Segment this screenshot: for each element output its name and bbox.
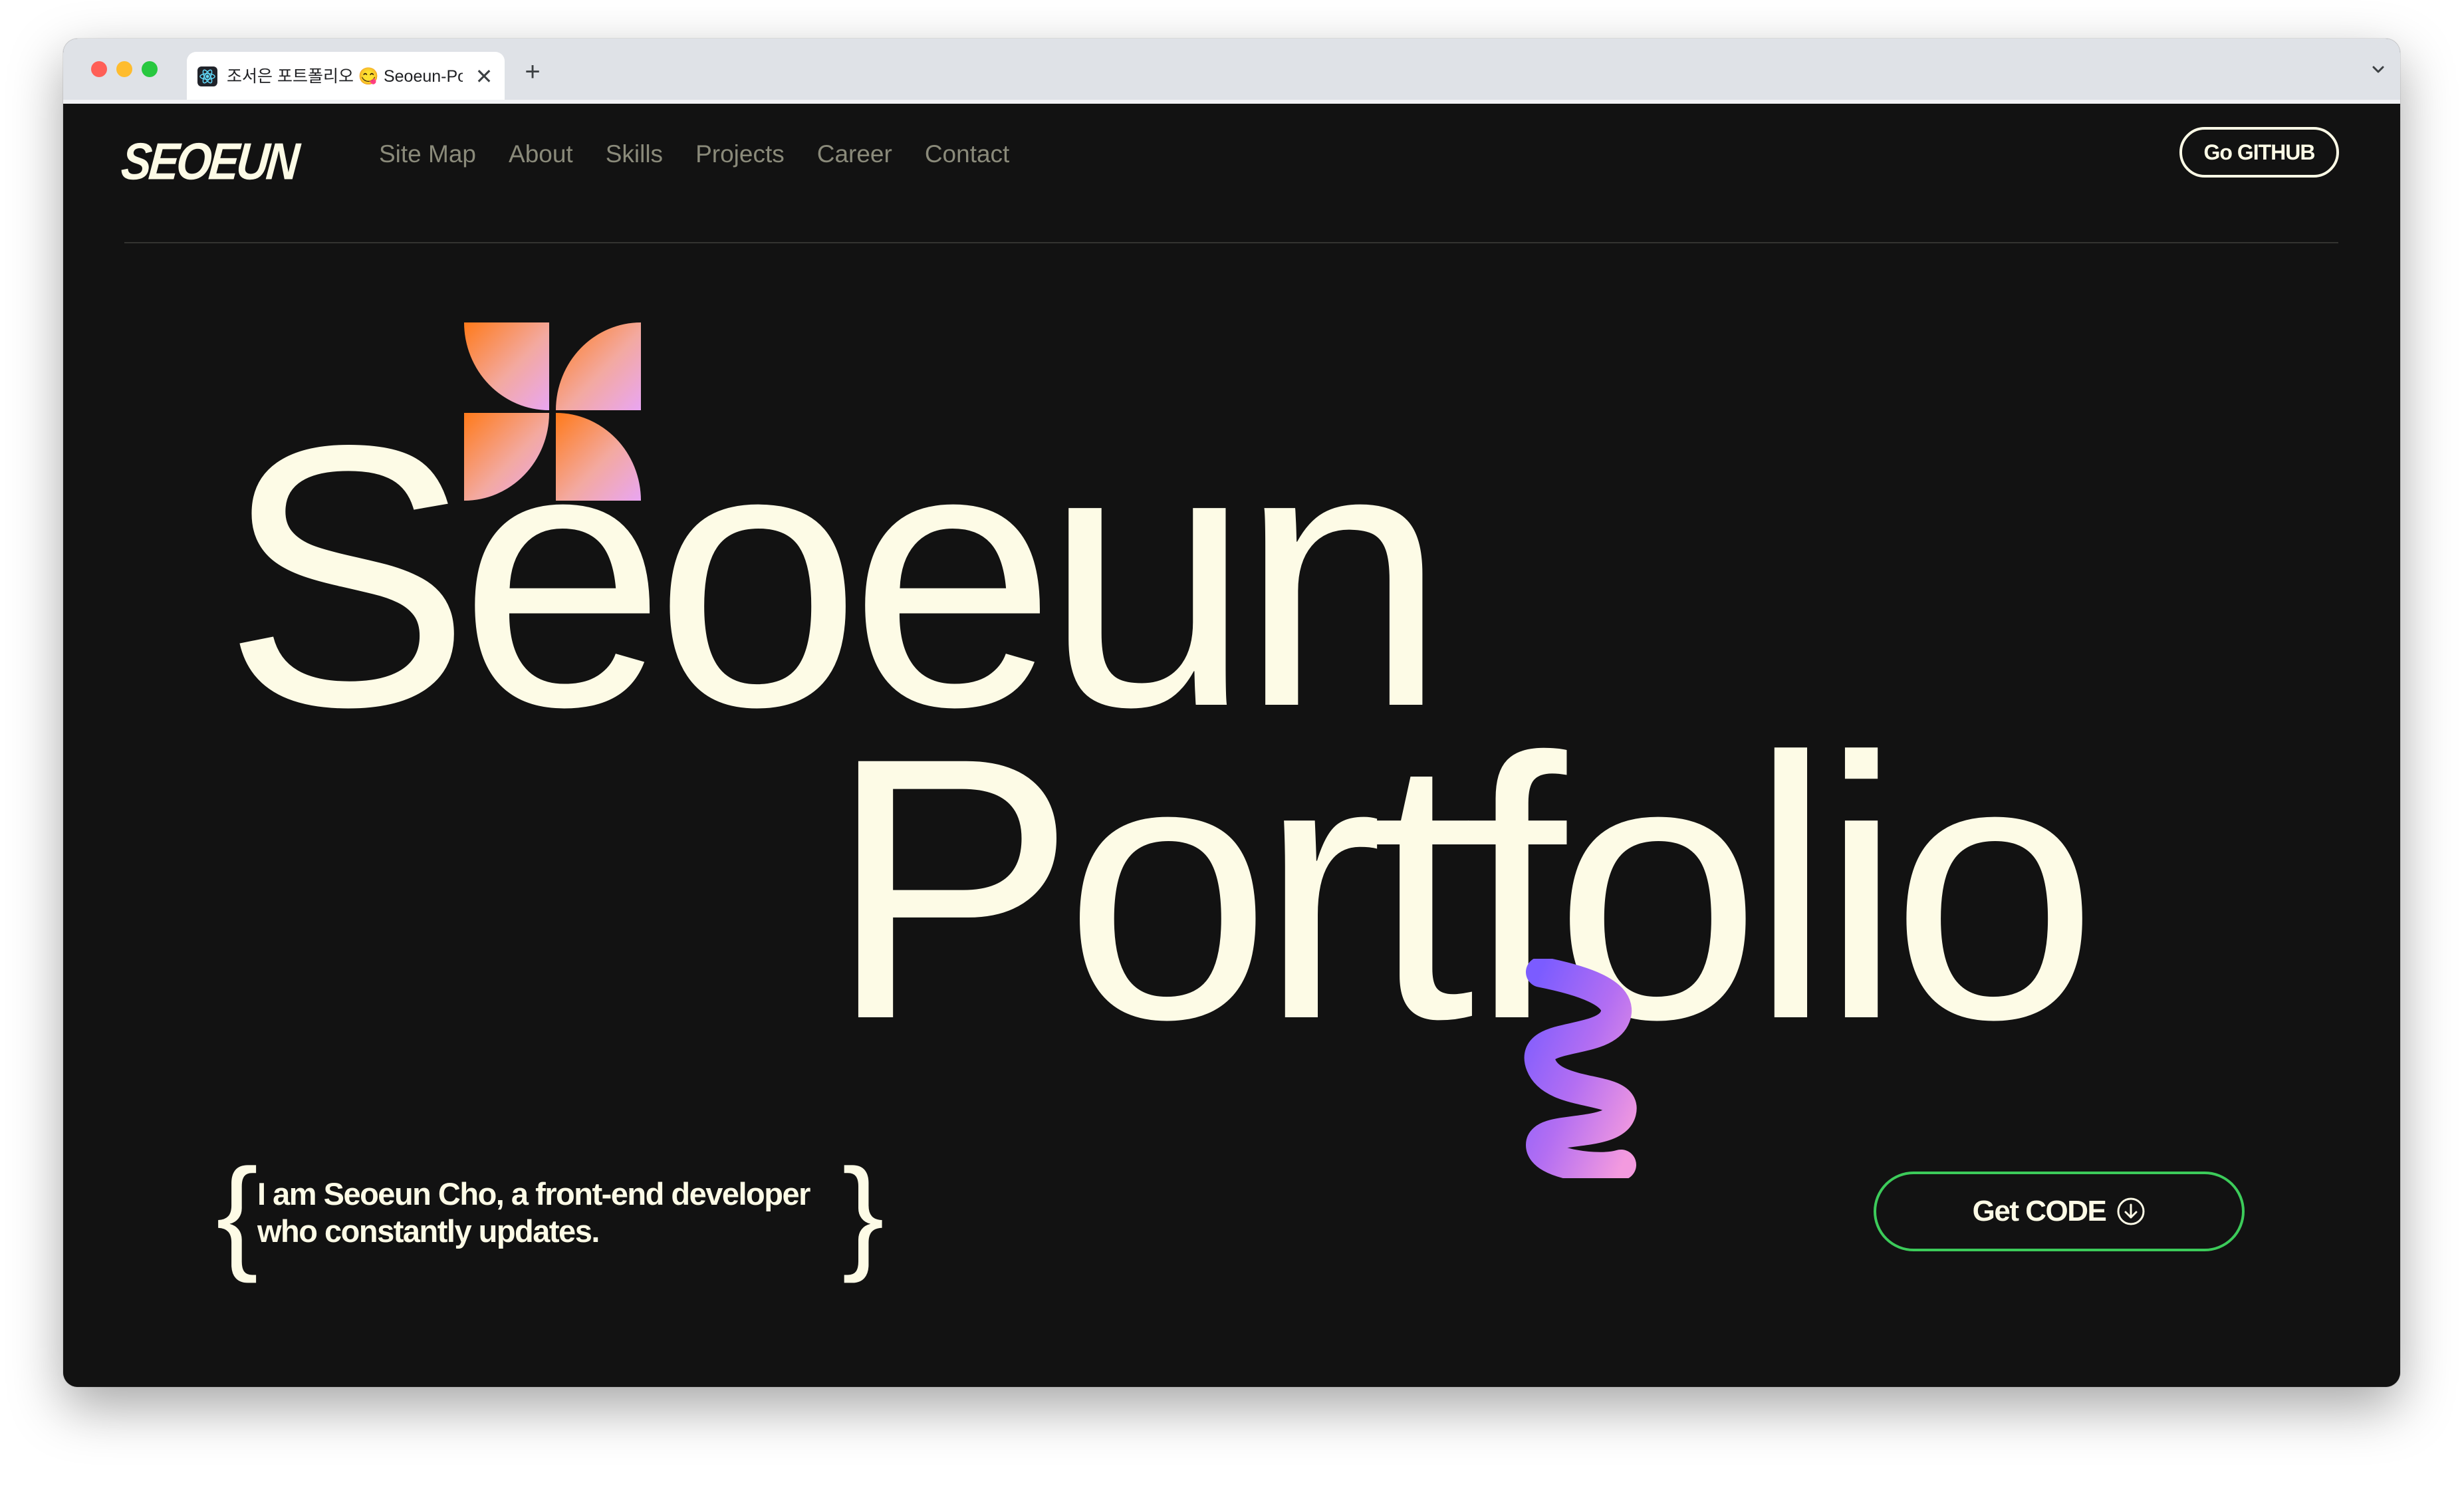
nav-about[interactable]: About [509, 138, 573, 170]
browser-tab[interactable]: 조서은 포트폴리오 😋 Seoeun-Portfolio ✕ [187, 52, 505, 100]
header-divider [124, 242, 2338, 243]
site-logo[interactable]: SEOEUN [119, 132, 299, 191]
minimize-window-icon[interactable] [116, 61, 132, 77]
nav-projects[interactable]: Projects [695, 138, 785, 170]
browser-window: 조서은 포트폴리오 😋 Seoeun-Portfolio ✕ + SEOEUN … [63, 39, 2400, 1387]
go-github-button[interactable]: Go GITHUB [2179, 127, 2339, 178]
intro-text: I am Seoeun Cho, a front-end developer w… [257, 1176, 810, 1249]
nav-skills[interactable]: Skills [606, 138, 663, 170]
tab-list-chevron-icon[interactable] [2368, 60, 2388, 80]
open-brace: { [216, 1143, 259, 1284]
react-favicon-icon [197, 66, 217, 86]
tab-close-icon[interactable]: ✕ [473, 65, 495, 88]
new-tab-button[interactable]: + [519, 59, 546, 85]
nav-career[interactable]: Career [817, 138, 892, 170]
maximize-window-icon[interactable] [142, 61, 158, 77]
spiral-graphic-icon [1524, 959, 1637, 1178]
close-brace: } [842, 1143, 884, 1284]
get-code-button[interactable]: Get CODE [1874, 1172, 2245, 1251]
browser-chrome: 조서은 포트폴리오 😋 Seoeun-Portfolio ✕ + [63, 39, 2400, 104]
close-window-icon[interactable] [91, 61, 107, 77]
tab-title: 조서은 포트폴리오 😋 Seoeun-Portfolio [227, 67, 463, 86]
nav-contact[interactable]: Contact [925, 138, 1010, 170]
arrow-down-circle-icon [2117, 1197, 2145, 1225]
intro-block: { I am Seoeun Cho, a front-end developer… [216, 1143, 884, 1284]
pinwheel-graphic-icon [464, 322, 641, 501]
get-code-label: Get CODE [1972, 1195, 2107, 1227]
main-nav: Site Map About Skills Projects Career Co… [379, 138, 1009, 170]
hero-title-line-2: Portfolio [828, 680, 2098, 1096]
nav-site-map[interactable]: Site Map [379, 138, 476, 170]
page: SEOEUN Site Map About Skills Projects Ca… [63, 104, 2400, 1387]
